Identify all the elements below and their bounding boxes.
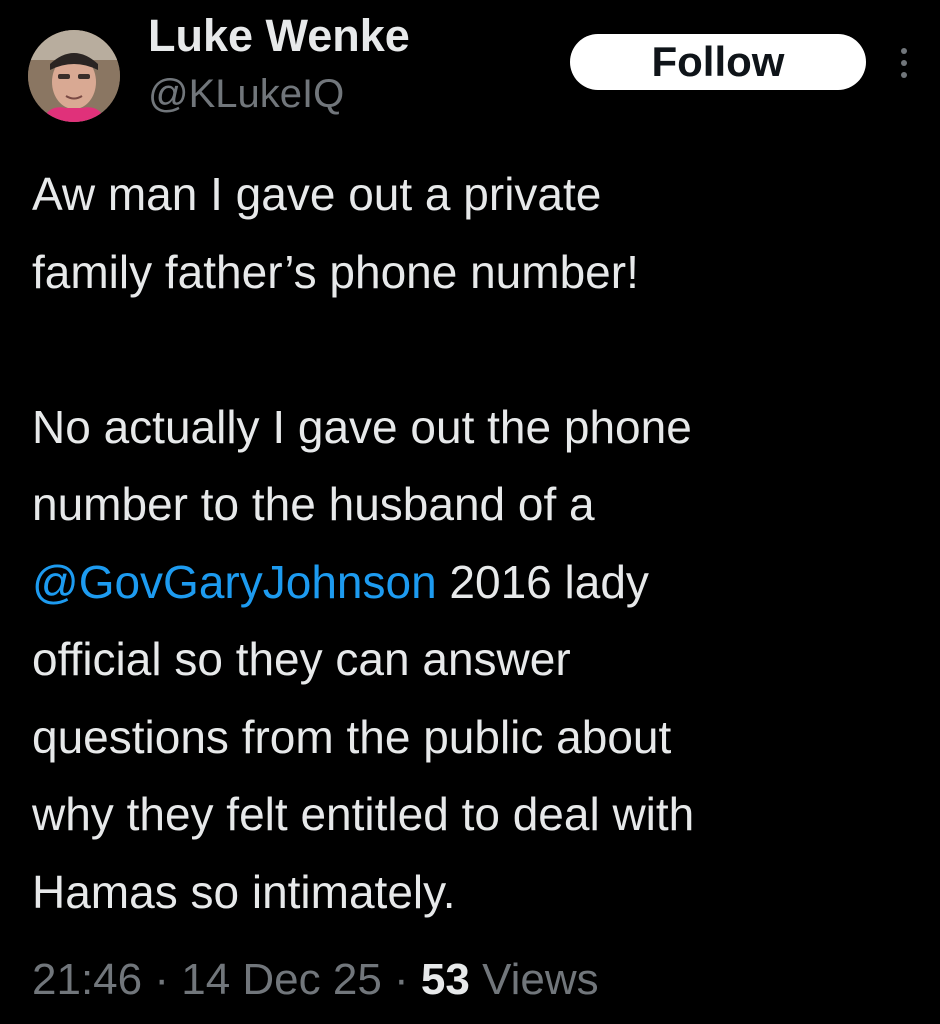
more-vertical-icon[interactable] — [896, 46, 912, 80]
tweet-line: family father’s phone number! — [32, 245, 639, 298]
views-label: Views — [469, 955, 599, 1004]
views-count: 53 — [420, 955, 470, 1004]
avatar[interactable] — [28, 30, 120, 122]
tweet-line: why they felt entitled to deal with — [32, 788, 695, 840]
mention-link[interactable]: @GovGaryJohnson — [32, 556, 437, 608]
tweet-meta: 21:46 · 14 Dec 25 · 53 Views — [32, 950, 599, 1010]
author-handle[interactable]: @KLukeIQ — [148, 70, 344, 118]
tweet-line: Aw man I gave out a private — [32, 168, 602, 220]
meta-separator: · — [142, 955, 182, 1004]
avatar-image — [28, 30, 120, 122]
tweet-line: questions from the public about — [32, 710, 672, 763]
tweet-line: Hamas so intimately. — [32, 865, 456, 918]
tweet-line: official so they can answer — [32, 633, 571, 685]
meta-separator: · — [381, 955, 421, 1004]
follow-button[interactable]: Follow — [570, 34, 866, 90]
tweet-line: number to the husband of a — [32, 478, 595, 530]
tweet: Luke Wenke @KLukeIQ Follow Aw man I gave… — [0, 0, 940, 1024]
author-name[interactable]: Luke Wenke — [148, 10, 410, 62]
tweet-date[interactable]: 14 Dec 25 — [181, 955, 382, 1004]
tweet-line: No actually I gave out the phone — [32, 400, 692, 453]
tweet-text: Aw man I gave out a private family fathe… — [32, 156, 922, 931]
tweet-line: @GovGaryJohnson 2016 lady — [32, 544, 922, 622]
tweet-time[interactable]: 21:46 — [32, 955, 142, 1004]
tweet-line-rest: 2016 lady — [436, 555, 649, 608]
